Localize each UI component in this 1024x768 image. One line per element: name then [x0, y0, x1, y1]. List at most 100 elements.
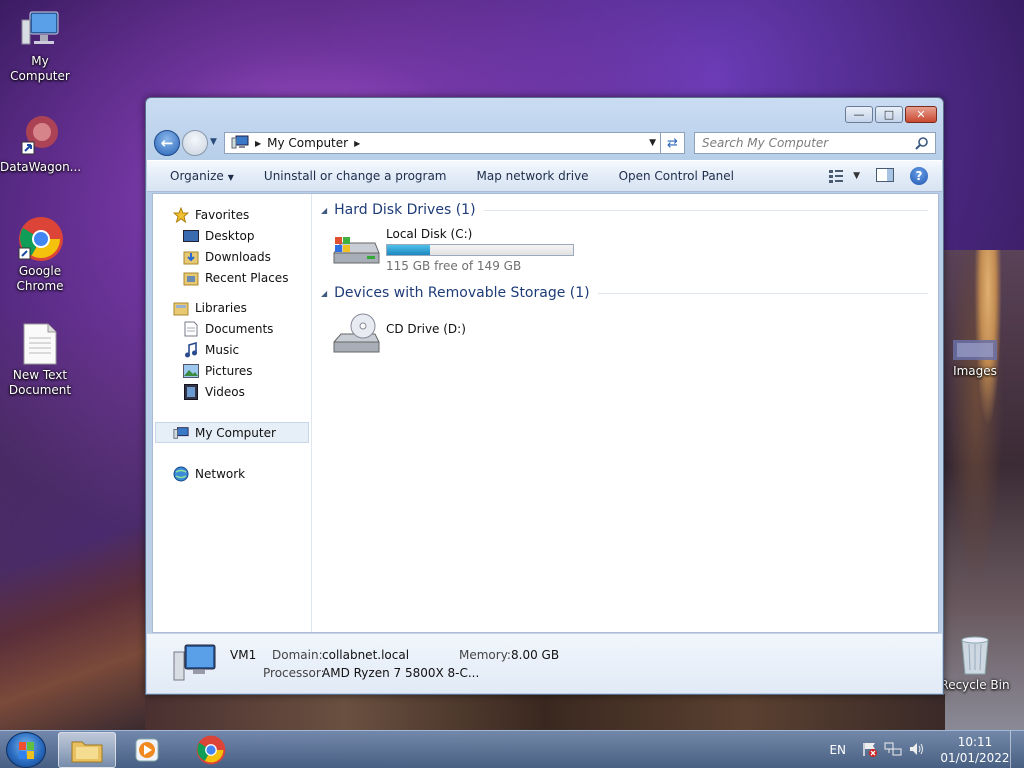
uninstall-program-button[interactable]: Uninstall or change a program — [249, 169, 462, 183]
documents-icon — [183, 321, 199, 337]
address-dropdown-icon[interactable]: ▼ — [649, 138, 656, 148]
group-divider — [483, 209, 928, 211]
media-player-icon — [135, 738, 159, 762]
network-status-icon[interactable] — [884, 741, 902, 760]
desktop-icon-google-chrome[interactable]: Google Chrome — [0, 216, 80, 294]
nav-label: Documents — [205, 321, 274, 336]
processor-label: Processor: — [263, 666, 325, 680]
network-icon — [173, 466, 189, 482]
map-network-drive-button[interactable]: Map network drive — [462, 169, 604, 183]
drive-local-disk-c[interactable]: Local Disk (C:) 115 GB free of 149 GB — [331, 227, 574, 273]
folder-icon — [71, 741, 103, 763]
nav-recent-places[interactable]: Recent Places — [153, 267, 311, 288]
nav-music[interactable]: Music — [153, 339, 311, 360]
change-view-button[interactable]: ▼ — [829, 169, 860, 183]
breadcrumb-my-computer[interactable]: My Computer — [267, 136, 348, 150]
organize-menu[interactable]: Organize ▼ — [147, 169, 249, 183]
computer-name: VM1 — [230, 648, 257, 662]
desktop-icon-label: New Text Document — [8, 368, 72, 397]
search-input[interactable] — [695, 133, 905, 153]
chrome-icon — [196, 735, 226, 765]
wallpaper-ground — [0, 520, 145, 730]
start-button[interactable] — [6, 732, 46, 768]
desktop-icon-images[interactable]: Images — [935, 338, 1015, 379]
file-list: ◢ Hard Disk Drives (1) Local Disk (C:) 1… — [313, 194, 938, 632]
recycle-bin-icon — [958, 632, 992, 676]
show-desktop-button[interactable] — [1010, 731, 1024, 768]
taskbar-media-player-button[interactable] — [118, 732, 176, 768]
collapse-triangle-icon[interactable]: ◢ — [321, 289, 327, 298]
downloads-icon — [183, 249, 199, 265]
nav-videos[interactable]: Videos — [153, 381, 311, 402]
processor-value: AMD Ryzen 7 5800X 8-C... — [322, 666, 480, 680]
recent-pages-dropdown[interactable]: ▼ — [210, 137, 217, 147]
details-pane: VM1 Domain: collabnet.local Memory: 8.00… — [147, 633, 942, 693]
computer-icon — [18, 8, 62, 52]
nav-documents[interactable]: Documents — [153, 318, 311, 339]
computer-large-icon — [171, 642, 217, 685]
desktop-icon-label: Images — [953, 364, 997, 378]
group-divider — [597, 292, 928, 294]
nav-desktop[interactable]: Desktop — [153, 225, 311, 246]
group-hard-disk-drives[interactable]: ◢ Hard Disk Drives (1) — [321, 202, 928, 218]
nav-libraries[interactable]: Libraries — [153, 297, 311, 318]
drive-name: Local Disk (C:) — [386, 227, 473, 241]
nav-label: Network — [195, 466, 246, 481]
drive-usage-bar — [386, 244, 574, 256]
drive-cd-d[interactable]: CD Drive (D:) — [331, 312, 466, 361]
memory-label: Memory: — [459, 648, 511, 662]
open-control-panel-button[interactable]: Open Control Panel — [604, 169, 749, 183]
nav-pictures[interactable]: Pictures — [153, 360, 311, 381]
clock[interactable]: 10:11 01/01/2022 — [940, 734, 1010, 766]
breadcrumb-arrow-icon[interactable]: ▶ — [255, 139, 261, 148]
forward-button[interactable] — [182, 130, 208, 156]
help-icon[interactable]: ? — [910, 167, 928, 185]
taskbar: EN 10:11 01/01/2022 — [0, 730, 1024, 768]
address-bar[interactable]: ▶ My Computer ▶ ▼ — [224, 132, 661, 154]
nav-label: Recent Places — [205, 270, 289, 285]
nav-my-computer[interactable]: My Computer — [155, 422, 309, 443]
nav-network[interactable]: Network — [153, 463, 311, 484]
hard-disk-icon — [331, 233, 381, 273]
search-box[interactable] — [694, 132, 936, 154]
refresh-button[interactable]: ⇄ — [661, 132, 685, 154]
action-center-flag-icon[interactable] — [862, 741, 878, 760]
group-removable-storage[interactable]: ◢ Devices with Removable Storage (1) — [321, 285, 928, 301]
pictures-icon — [183, 363, 199, 379]
libraries-icon — [173, 300, 189, 316]
desktop-icon-my-computer[interactable]: My Computer — [0, 8, 80, 84]
desktop-icon-label: Google Chrome — [16, 264, 64, 293]
cd-drive-icon — [331, 312, 381, 361]
taskbar-chrome-button[interactable] — [182, 732, 240, 768]
preview-pane-button[interactable] — [876, 167, 894, 185]
search-icon[interactable] — [915, 136, 929, 153]
desktop-icon-datawagon[interactable]: DataWagon... — [0, 112, 82, 175]
back-button[interactable]: ← — [154, 130, 180, 156]
desktop-icon-label: My Computer — [10, 54, 70, 83]
nav-label: My Computer — [195, 425, 276, 440]
collapse-triangle-icon[interactable]: ◢ — [321, 206, 327, 215]
nav-label: Music — [205, 342, 240, 357]
maximize-button[interactable]: □ — [875, 106, 903, 123]
music-icon — [183, 341, 199, 358]
recent-places-icon — [183, 270, 199, 286]
taskbar-explorer-button[interactable] — [58, 732, 116, 768]
explorer-window: — □ ✕ ← ▼ ▶ My Computer ▶ ▼ ⇄ Organize▼ … — [145, 97, 944, 695]
computer-icon — [173, 425, 189, 441]
window-controls: — □ ✕ — [845, 106, 937, 123]
nav-label: Pictures — [205, 363, 253, 378]
desktop-icon-new-text-document[interactable]: New Text Document — [0, 322, 80, 398]
nav-downloads[interactable]: Downloads — [153, 246, 311, 267]
language-indicator[interactable]: EN — [829, 743, 846, 757]
domain-label: Domain: — [272, 648, 323, 662]
nav-favorites[interactable]: Favorites — [153, 204, 311, 225]
minimize-button[interactable]: — — [845, 106, 873, 123]
nav-label: Favorites — [195, 207, 250, 222]
chevron-down-icon: ▼ — [853, 171, 860, 181]
volume-icon[interactable] — [908, 741, 926, 760]
desktop-icon-recycle-bin[interactable]: Recycle Bin — [935, 632, 1015, 693]
close-button[interactable]: ✕ — [905, 106, 937, 123]
breadcrumb-arrow-icon[interactable]: ▶ — [354, 139, 360, 148]
windows-logo-icon — [19, 742, 34, 759]
desktop-icon-label: DataWagon... — [0, 160, 82, 174]
